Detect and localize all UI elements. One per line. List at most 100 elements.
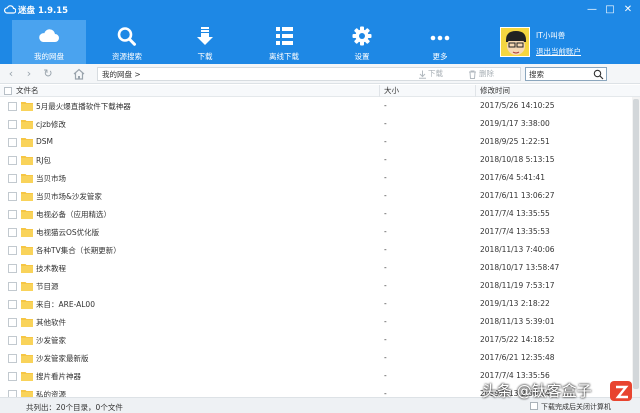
row-checkbox[interactable] — [8, 228, 17, 237]
back-button[interactable]: ‹ — [4, 67, 18, 81]
table-row[interactable]: 电视必备（应用精选） - 2017/7/4 13:35:55 — [0, 205, 632, 223]
row-checkbox[interactable] — [8, 282, 17, 291]
file-size: - — [384, 245, 387, 254]
table-row[interactable]: DSM - 2018/9/25 1:22:51 — [0, 133, 632, 151]
column-name[interactable]: 文件名 — [16, 86, 39, 97]
folder-icon — [21, 246, 33, 255]
download-small-icon — [419, 70, 426, 79]
close-button[interactable]: ✕ — [621, 3, 635, 16]
column-size[interactable]: 大小 — [384, 86, 399, 97]
file-name: 沙发管家最新版 — [36, 354, 89, 363]
file-name: 各种TV集合（长期更新） — [36, 246, 121, 255]
forward-button[interactable]: › — [22, 67, 36, 81]
file-size: - — [384, 371, 387, 380]
download-button[interactable]: 下载 — [428, 67, 443, 81]
file-list: 5月最火爆直播软件下载神器 - 2017/5/26 14:10:25 cjzb修… — [0, 97, 632, 397]
row-checkbox[interactable] — [8, 336, 17, 345]
row-checkbox[interactable] — [8, 318, 17, 327]
row-checkbox[interactable] — [8, 210, 17, 219]
search-icon[interactable] — [593, 69, 604, 80]
file-size: - — [384, 191, 387, 200]
breadcrumb: 我的网盘 > — [102, 70, 141, 79]
table-row[interactable]: 电视猫云OS优化版 - 2017/7/4 13:35:53 — [0, 223, 632, 241]
delete-button[interactable]: 删除 — [479, 67, 494, 81]
folder-icon — [21, 228, 33, 237]
path-field[interactable]: 我的网盘 > — [97, 67, 521, 81]
column-modified[interactable]: 修改时间 — [480, 86, 510, 97]
row-checkbox[interactable] — [8, 246, 17, 255]
table-row[interactable]: 沙发管家最新版 - 2017/6/21 12:35:48 — [0, 349, 632, 367]
minimize-button[interactable]: — — [585, 3, 599, 16]
folder-icon — [21, 372, 33, 381]
table-row[interactable]: 技术教程 - 2018/10/17 13:58:47 — [0, 259, 632, 277]
file-size: - — [384, 335, 387, 344]
vertical-scrollbar[interactable] — [632, 97, 640, 397]
file-name: 当贝市场 — [36, 174, 66, 183]
table-row[interactable]: cjzb修改 - 2019/1/17 3:38:00 — [0, 115, 632, 133]
app-title: 迷盘 1.9.15 — [18, 6, 69, 16]
scrollbar-thumb[interactable] — [633, 99, 639, 389]
cloud-icon — [39, 29, 59, 42]
row-checkbox[interactable] — [8, 156, 17, 165]
folder-icon — [21, 318, 33, 327]
nav-label: 资源搜索 — [112, 52, 142, 61]
table-row[interactable]: 当贝市场&沙发管家 - 2017/6/11 13:06:27 — [0, 187, 632, 205]
file-name: 技术教程 — [36, 264, 66, 273]
row-checkbox[interactable] — [8, 120, 17, 129]
nav-label: 离线下载 — [269, 52, 299, 61]
status-summary: 共列出：20个目录，0个文件 — [26, 403, 123, 412]
nav-offline-download[interactable]: 离线下载 — [247, 20, 321, 64]
table-row[interactable]: 来自：ARE-AL00 - 2019/1/13 2:18:22 — [0, 295, 632, 313]
title-bar: 迷盘 1.9.15 — □ ✕ — [0, 0, 640, 20]
table-row[interactable]: RJ包 - 2018/10/18 5:13:15 — [0, 151, 632, 169]
file-modified: 2017/6/4 5:41:41 — [480, 173, 545, 182]
table-row[interactable]: 其他软件 - 2018/11/13 5:39:01 — [0, 313, 632, 331]
row-checkbox[interactable] — [8, 174, 17, 183]
nav-download[interactable]: 下载 — [168, 20, 242, 64]
nav-settings[interactable]: 设置 — [325, 20, 399, 64]
avatar-face-icon — [501, 28, 529, 56]
table-row[interactable]: 沙发管家 - 2017/5/22 14:18:52 — [0, 331, 632, 349]
file-modified: 2017/5/26 14:10:25 — [480, 101, 555, 110]
shutdown-checkbox[interactable] — [530, 402, 538, 410]
row-checkbox[interactable] — [8, 300, 17, 309]
table-row[interactable]: 节目源 - 2018/11/19 7:53:17 — [0, 277, 632, 295]
row-checkbox[interactable] — [8, 264, 17, 273]
table-row[interactable]: 当贝市场 - 2017/6/4 5:41:41 — [0, 169, 632, 187]
nav-resource-search[interactable]: 资源搜索 — [90, 20, 164, 64]
row-checkbox[interactable] — [8, 354, 17, 363]
row-checkbox[interactable] — [8, 102, 17, 111]
file-name: 节目源 — [36, 282, 59, 291]
nav-my-disk[interactable]: 我的网盘 — [12, 20, 86, 64]
file-name: 搜片看片神器 — [36, 372, 81, 381]
file-name: 来自：ARE-AL00 — [36, 300, 95, 309]
file-size: - — [384, 299, 387, 308]
row-checkbox[interactable] — [8, 390, 17, 397]
row-checkbox[interactable] — [8, 192, 17, 201]
table-row[interactable]: 各种TV集合（长期更新） - 2018/11/13 7:40:06 — [0, 241, 632, 259]
file-name: 其他软件 — [36, 318, 66, 327]
maximize-button[interactable]: □ — [603, 3, 617, 16]
column-divider[interactable] — [379, 85, 380, 97]
row-checkbox[interactable] — [8, 138, 17, 147]
folder-icon — [21, 192, 33, 201]
table-header: 文件名 大小 修改时间 — [0, 85, 640, 97]
search-box[interactable] — [525, 67, 607, 81]
row-checkbox[interactable] — [8, 372, 17, 381]
file-modified: 2018/10/18 5:13:15 — [480, 155, 555, 164]
nav-more[interactable]: 更多 — [403, 20, 477, 64]
folder-icon — [21, 120, 33, 129]
logout-link[interactable]: 退出当前账户 — [536, 46, 581, 57]
folder-icon — [21, 210, 33, 219]
refresh-button[interactable]: ↻ — [41, 67, 55, 81]
file-modified: 2017/7/4 13:35:53 — [480, 227, 550, 236]
file-name: cjzb修改 — [36, 120, 66, 129]
search-input[interactable] — [526, 68, 592, 80]
file-size: - — [384, 137, 387, 146]
column-divider[interactable] — [475, 85, 476, 97]
cloud-logo-icon — [4, 5, 16, 14]
avatar[interactable] — [500, 27, 530, 57]
table-row[interactable]: 5月最火爆直播软件下载神器 - 2017/5/26 14:10:25 — [0, 97, 632, 115]
home-icon[interactable] — [72, 67, 86, 81]
select-all-checkbox[interactable] — [4, 87, 12, 95]
